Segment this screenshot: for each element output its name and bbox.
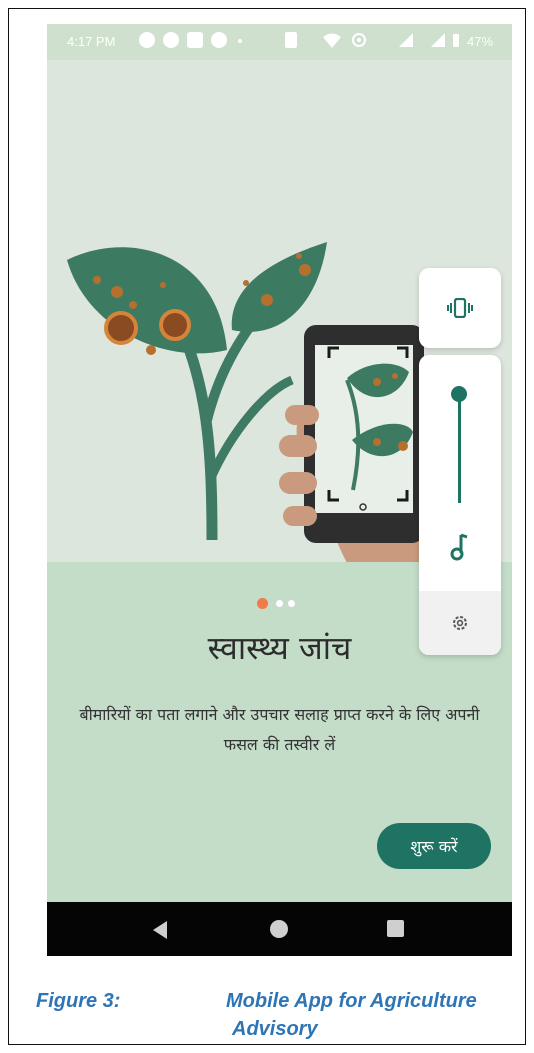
- status-time: 4:17 PM: [67, 34, 116, 49]
- wifi-icon: [323, 33, 341, 48]
- signal-icon: [399, 33, 413, 47]
- volume-settings-button[interactable]: [419, 591, 501, 655]
- figure-label: Figure 3:: [36, 990, 121, 1012]
- battery-icon: [453, 34, 459, 47]
- page-dot[interactable]: [276, 600, 283, 607]
- home-icon[interactable]: [270, 920, 288, 938]
- volume-slider-thumb[interactable]: [451, 386, 467, 402]
- battery-percentage: 47%: [467, 34, 494, 49]
- gear-icon: [453, 616, 467, 630]
- figure-title-line2: Advisory: [232, 1018, 318, 1040]
- onboarding-description: बीमारियों का पता लगाने और उपचार सलाह प्र…: [79, 705, 480, 754]
- music-note-icon: [450, 533, 468, 561]
- signal-icon: [431, 33, 445, 47]
- more-notifications-dot-icon: [238, 39, 242, 43]
- notification-icon: [211, 32, 227, 48]
- app-notification-icon: [187, 32, 203, 48]
- notification-icon: [163, 32, 179, 48]
- back-icon[interactable]: [153, 921, 167, 939]
- status-bar: 4:17 PM 47%: [47, 24, 512, 60]
- page-dot[interactable]: [288, 600, 295, 607]
- start-button[interactable]: शुरू करें: [377, 823, 491, 869]
- figure-title-line1: Mobile App for Agriculture: [226, 990, 477, 1012]
- volume-panel: [419, 355, 501, 655]
- volume-slider-track[interactable]: [458, 393, 461, 503]
- vibrate-icon: [447, 298, 473, 318]
- messenger-icon: [139, 32, 155, 48]
- page-dot-active[interactable]: [257, 598, 268, 609]
- navigation-bar: [47, 902, 512, 956]
- recent-apps-icon[interactable]: [387, 920, 404, 937]
- hotspot-icon: [352, 33, 366, 47]
- vibrate-status-icon: [285, 32, 297, 48]
- ringer-mode-button[interactable]: [419, 268, 501, 348]
